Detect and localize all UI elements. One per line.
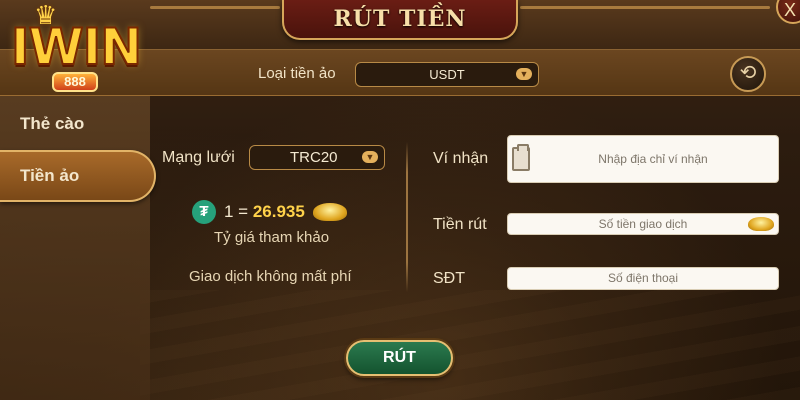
phone-field[interactable]: Số điện thoại xyxy=(507,267,779,290)
rate-value: 26.935 xyxy=(252,202,305,221)
tether-icon: ₮ xyxy=(192,200,216,224)
top-trim-right xyxy=(520,6,770,9)
amount-placeholder: Số tiền giao dịch xyxy=(598,217,688,231)
wallet-placeholder: Nhập địa chỉ ví nhận xyxy=(598,152,708,166)
title-plaque: RÚT TIỀN xyxy=(282,0,518,40)
wallet-address-field[interactable]: Nhập địa chỉ ví nhận xyxy=(507,135,779,183)
phone-placeholder: Số điện thoại xyxy=(607,271,679,285)
sidebar xyxy=(0,96,150,400)
network-label: Mạng lưới xyxy=(162,149,235,166)
column-divider xyxy=(406,142,408,292)
gold-ingot-icon xyxy=(312,203,347,221)
wallet-label: Ví nhận xyxy=(433,150,489,167)
sidebar-item-the-cao[interactable]: Thẻ cào xyxy=(20,114,84,134)
network-dropdown[interactable]: TRC20 ▼ xyxy=(249,145,385,170)
history-button[interactable]: ⟲ xyxy=(730,56,766,92)
amount-field[interactable]: Số tiền giao dịch xyxy=(507,213,779,235)
clipboard-icon[interactable] xyxy=(512,144,530,171)
fee-note: Giao dịch không mất phí xyxy=(189,268,352,285)
coin-type-dropdown[interactable]: USDT ▼ xyxy=(355,62,539,87)
history-icon: ⟲ xyxy=(739,62,757,84)
chevron-down-icon: ▼ xyxy=(362,151,378,163)
amount-label: Tiền rút xyxy=(433,216,487,233)
coin-type-value: USDT xyxy=(429,67,465,82)
logo-badge: 888 xyxy=(52,72,98,92)
gold-ingot-icon xyxy=(748,217,774,231)
coin-type-label: Loại tiền ảo xyxy=(258,65,336,82)
logo: ♛ IWIN 888 xyxy=(2,0,150,100)
page-title: RÚT TIỀN xyxy=(333,6,467,32)
top-trim-left xyxy=(150,6,280,9)
logo-text: IWIN xyxy=(10,17,143,77)
background-mountains xyxy=(140,290,800,400)
close-icon: X xyxy=(784,0,797,20)
rate-caption: Tỷ giá tham khảo xyxy=(214,229,330,246)
chevron-down-icon: ▼ xyxy=(516,68,532,80)
network-value: TRC20 xyxy=(290,149,338,166)
withdraw-button[interactable]: RÚT xyxy=(346,340,453,376)
phone-label: SĐT xyxy=(433,270,465,287)
rate-prefix: 1 = xyxy=(224,202,249,221)
exchange-rate: ₮ 1 = 26.935 xyxy=(192,199,347,225)
rate-text: 1 = 26.935 xyxy=(224,202,305,222)
sidebar-item-tien-ao[interactable]: Tiền ảo xyxy=(20,166,79,186)
